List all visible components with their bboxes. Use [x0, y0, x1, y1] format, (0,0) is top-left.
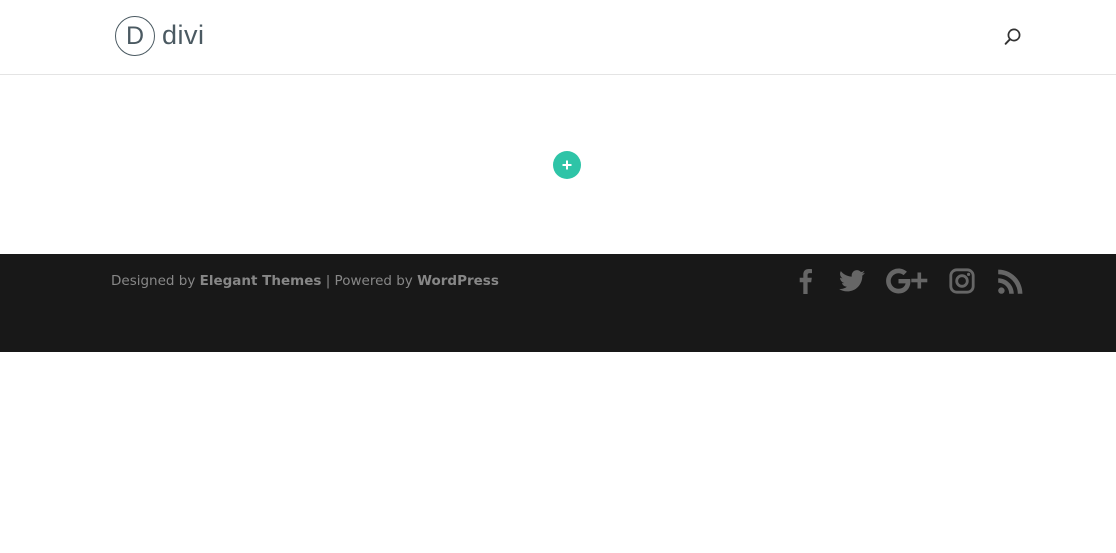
logo-text: divi [162, 19, 205, 50]
search-icon[interactable] [1002, 26, 1024, 48]
credits-designed-by: Designed by [111, 273, 200, 289]
facebook-icon[interactable] [795, 268, 815, 294]
twitter-icon[interactable] [838, 268, 866, 294]
plus-icon [562, 160, 572, 170]
main-content [0, 75, 1116, 254]
elegant-themes-link[interactable]: Elegant Themes [200, 273, 322, 289]
footer-credits: Designed by Elegant Themes | Powered by … [111, 272, 499, 290]
instagram-icon[interactable] [948, 268, 976, 294]
site-logo[interactable]: D divi [115, 15, 205, 57]
rss-icon[interactable] [997, 268, 1023, 294]
google-plus-icon[interactable] [886, 268, 928, 294]
wordpress-link[interactable]: WordPress [417, 273, 499, 289]
credits-separator: | Powered by [321, 273, 418, 289]
add-section-button[interactable] [553, 151, 581, 179]
logo-mark: D [115, 16, 155, 56]
site-footer: Designed by Elegant Themes | Powered by … [0, 254, 1116, 352]
site-header: D divi [0, 0, 1116, 75]
